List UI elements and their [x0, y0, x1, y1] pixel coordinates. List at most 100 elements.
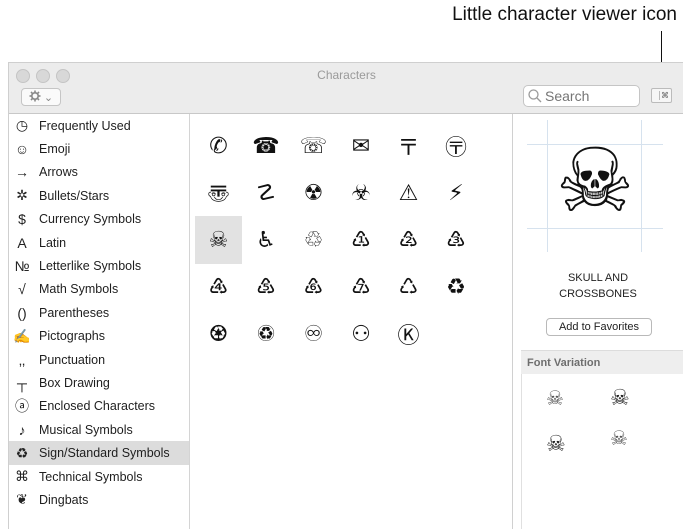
sidebar-item-label: Frequently Used [39, 118, 131, 133]
character-glyph: ☏ [299, 133, 328, 159]
character-glyph: ✉ [351, 133, 371, 159]
character-cell[interactable]: ♼ [195, 310, 242, 358]
sidebar-item-label: Enclosed Characters [39, 399, 156, 414]
character-cell[interactable]: ♻ [433, 263, 480, 311]
character-cell[interactable]: ♲ [290, 216, 337, 264]
character-glyph: ♴ [398, 227, 419, 253]
character-cell[interactable]: ☎ [243, 122, 290, 170]
font-variation-glyph[interactable]: ☠ [610, 426, 628, 450]
character-cell[interactable]: ♳ [338, 216, 385, 264]
character-glyph: ♾ [303, 321, 324, 347]
add-to-favorites-button[interactable]: Add to Favorites [546, 318, 652, 336]
character-cell[interactable]: ♹ [338, 263, 385, 311]
character-cell[interactable]: 〠 [195, 169, 242, 217]
search-input[interactable] [543, 88, 633, 104]
character-name-line1: SKULL AND [567, 272, 629, 284]
character-glyph: ☣ [351, 180, 371, 206]
sidebar-item-parentheses[interactable]: () Parentheses [9, 301, 189, 324]
character-glyph: ☠ [208, 227, 229, 253]
character-cell[interactable]: ♸ [290, 263, 337, 311]
sidebar-item-box-drawing[interactable]: ┬ Box Drawing [9, 371, 189, 394]
command-key-icon: ⌘ [15, 468, 29, 485]
font-variation-glyph[interactable]: ☠ [546, 432, 566, 457]
character-cell[interactable]: ☢ [290, 169, 337, 217]
character-name: SKULL AND CROSSBONES [513, 270, 683, 302]
latin-a-icon: A [17, 234, 27, 251]
sidebar-item-currency-symbols[interactable]: $ Currency Symbols [9, 208, 189, 231]
music-note-icon: ♪ [18, 421, 26, 438]
dingbat-icon: ❦ [16, 491, 28, 508]
character-cell[interactable]: 〒 [385, 122, 432, 170]
character-glyph: ♼ [208, 321, 229, 347]
recycle-icon: ♻ [15, 444, 29, 461]
character-cell[interactable]: ⚡ [433, 169, 480, 217]
sidebar-item-label: Math Symbols [39, 282, 119, 297]
sidebar-item-letterlike-symbols[interactable]: № Letterlike Symbols [9, 254, 189, 277]
character-glyph: ☡ [256, 180, 276, 206]
character-cell[interactable]: 〶 [433, 122, 480, 170]
font-variation-glyph[interactable]: ☠ [546, 386, 564, 410]
preview-glyph: ☠ [555, 129, 635, 232]
character-cell[interactable]: Ⓚ [385, 310, 432, 358]
sidebar-item-latin[interactable]: A Latin [9, 231, 189, 254]
category-sidebar: ◷ Frequently Used ☺ Emoji → Arrows ✲ Bullets/St… [9, 114, 190, 529]
character-cell[interactable]: ⚠ [385, 169, 432, 217]
character-cell[interactable]: ♽ [243, 310, 290, 358]
character-cell[interactable]: ☏ [290, 122, 337, 170]
sidebar-item-technical-symbols[interactable]: ⌘ Technical Symbols [9, 465, 189, 488]
character-cell[interactable]: ♿ [243, 216, 290, 264]
gear-icon [29, 90, 41, 105]
punctuation-icon: ‚‚ [18, 351, 26, 368]
character-glyph: ♲ [303, 227, 324, 253]
font-variation-glyph[interactable]: ☠ [610, 386, 630, 411]
callout-annotation: Little character viewer icon [452, 4, 677, 25]
sidebar-item-musical-symbols[interactable]: ♪ Musical Symbols [9, 418, 189, 441]
character-preview: ☠ [527, 120, 663, 252]
sidebar-item-arrows[interactable]: → Arrows [9, 161, 189, 184]
sidebar-item-label: Punctuation [39, 352, 106, 367]
character-glyph: ♶ [208, 274, 229, 300]
character-cell[interactable]: ♾ [290, 310, 337, 358]
character-cell[interactable]: ⚇ [338, 310, 385, 358]
sidebar-item-label: Dingbats [39, 492, 89, 507]
character-cell[interactable]: ☠ [195, 216, 242, 264]
sidebar-item-label: Musical Symbols [39, 422, 133, 437]
sidebar-item-enclosed-characters[interactable]: ⓐ Enclosed Characters [9, 395, 189, 418]
character-glyph: ♷ [256, 274, 276, 300]
sidebar-item-sign-standard-symbols[interactable]: ♻ Sign/Standard Symbols [9, 441, 189, 465]
character-glyph: ♸ [303, 274, 324, 300]
sidebar-item-pictographs[interactable]: ✍ Pictographs [9, 325, 189, 348]
circled-a-icon: ⓐ [15, 398, 29, 415]
character-glyph: ♿ [256, 227, 276, 253]
character-cell[interactable]: ☣ [338, 169, 385, 217]
box-drawing-icon: ┬ [17, 374, 27, 391]
character-detail-pane: ☠ SKULL AND CROSSBONES Add to Favorites … [513, 114, 683, 529]
sidebar-item-emoji[interactable]: ☺ Emoji [9, 137, 189, 160]
character-viewer-toggle-icon[interactable]: ⌘ [651, 88, 672, 103]
character-glyph: ♵ [446, 227, 466, 253]
sidebar-item-label: Parentheses [39, 305, 110, 320]
sidebar-item-bullets-stars[interactable]: ✲ Bullets/Stars [9, 184, 189, 207]
character-cell[interactable]: ♷ [243, 263, 290, 311]
character-cell[interactable]: ✆ [195, 122, 242, 170]
character-cell[interactable]: ☡ [243, 169, 290, 217]
action-menu-button[interactable]: ⌄ [21, 88, 61, 106]
chevron-down-icon: ⌄ [43, 91, 54, 104]
search-icon [528, 89, 542, 103]
sidebar-item-frequently-used[interactable]: ◷ Frequently Used [9, 114, 189, 137]
sidebar-item-dingbats[interactable]: ❦ Dingbats [9, 488, 189, 511]
character-cell[interactable]: ♶ [195, 263, 242, 311]
search-field[interactable] [523, 85, 640, 107]
character-cell[interactable]: ♺ [385, 263, 432, 311]
character-cell[interactable]: ✉ [338, 122, 385, 170]
sidebar-item-math-symbols[interactable]: √ Math Symbols [9, 278, 189, 301]
smiley-icon: ☺ [14, 141, 30, 158]
character-glyph: ⚠ [398, 180, 419, 206]
sidebar-item-label: Box Drawing [39, 375, 110, 390]
sidebar-item-punctuation[interactable]: ‚‚ Punctuation [9, 348, 189, 371]
character-glyph: 〒 [397, 136, 420, 161]
arrow-icon: → [15, 164, 29, 181]
character-glyph: ⚡ [448, 180, 464, 206]
character-cell[interactable]: ♴ [385, 216, 432, 264]
character-cell[interactable]: ♵ [433, 216, 480, 264]
